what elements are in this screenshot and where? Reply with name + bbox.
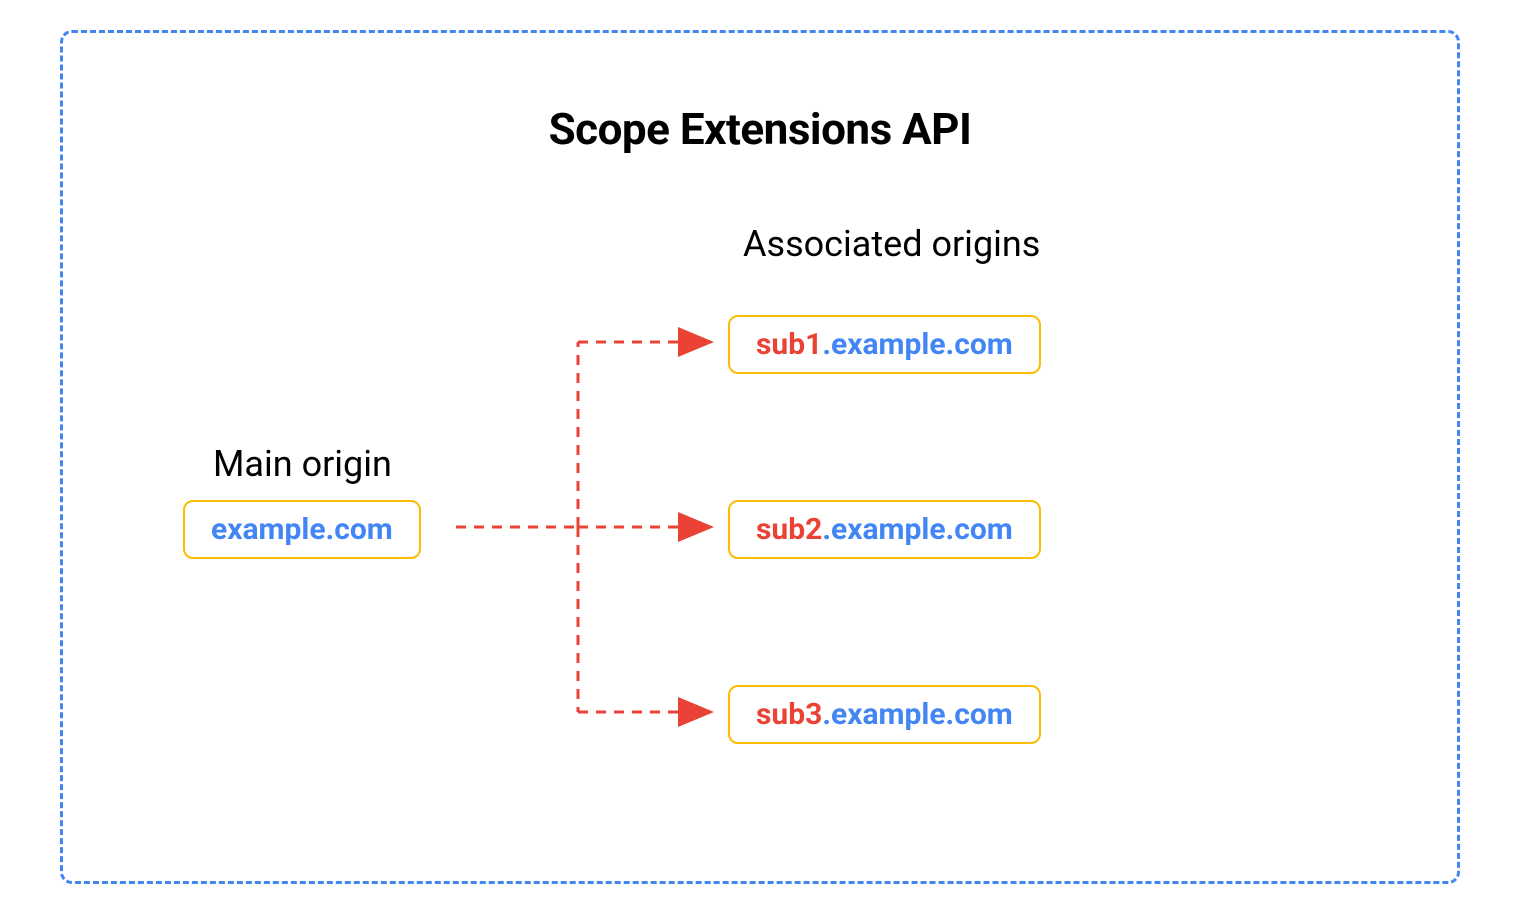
associated-origin-box-1: sub1.example.com	[728, 315, 1041, 374]
diagram-title: Scope Extensions API	[103, 103, 1417, 155]
domain-1: .example.com	[822, 327, 1012, 362]
domain-3: .example.com	[822, 697, 1012, 732]
subdomain-3: sub3	[756, 697, 822, 732]
main-origin-box: example.com	[183, 500, 421, 559]
associated-origin-box-3: sub3.example.com	[728, 685, 1041, 744]
associated-origins-label: Associated origins	[743, 223, 1040, 265]
subdomain-2: sub2	[756, 512, 822, 547]
domain-2: .example.com	[822, 512, 1012, 547]
api-container: Scope Extensions API Main origin example…	[60, 30, 1460, 884]
associated-origin-box-2: sub2.example.com	[728, 500, 1041, 559]
main-origin-domain: example.com	[211, 512, 393, 547]
main-origin-label: Main origin	[213, 443, 392, 485]
subdomain-1: sub1	[756, 327, 822, 362]
